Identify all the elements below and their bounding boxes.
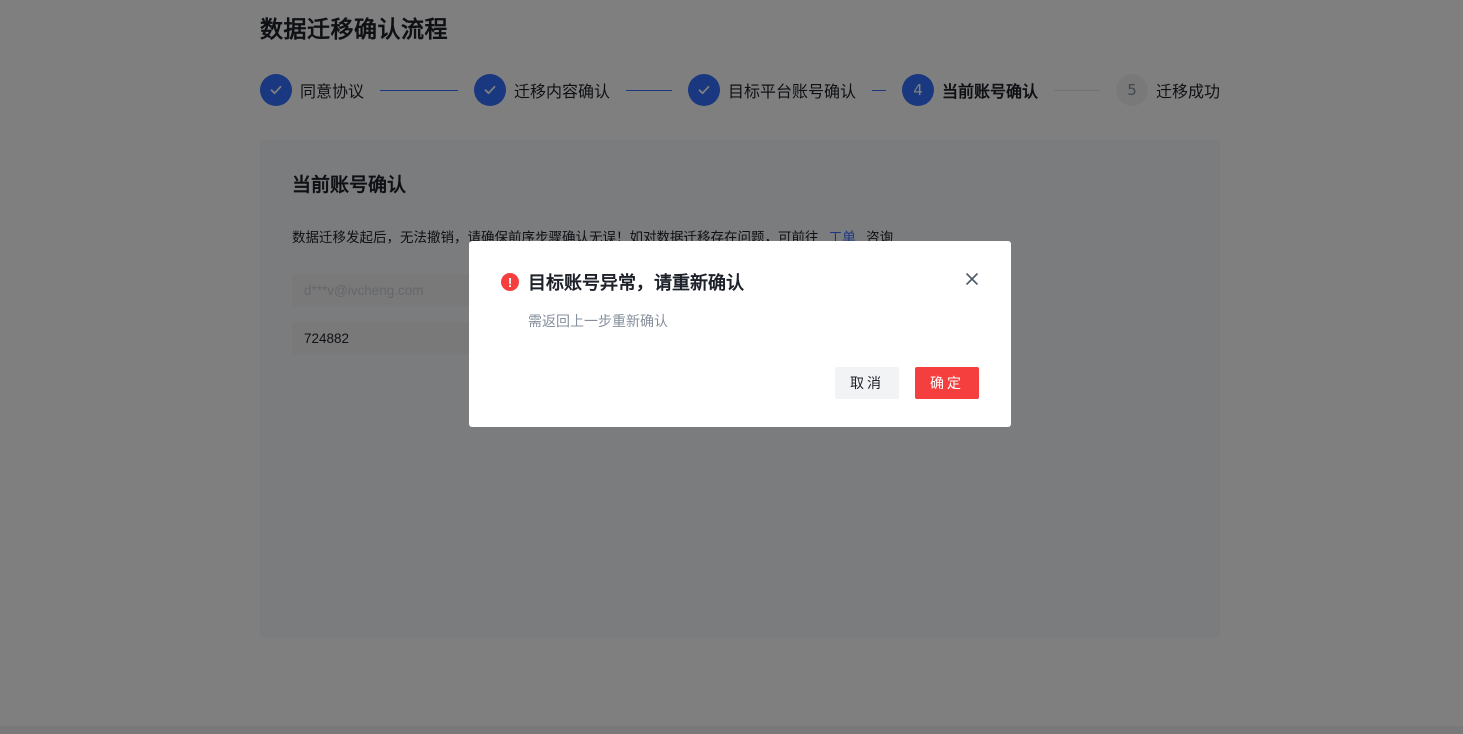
error-dialog: ! 目标账号异常，请重新确认 需返回上一步重新确认 取消 确定 [469,241,1011,427]
error-icon: ! [501,273,519,291]
confirm-button[interactable]: 确定 [915,367,979,399]
cancel-button[interactable]: 取消 [835,367,899,399]
dialog-title: 目标账号异常，请重新确认 [528,273,744,294]
dialog-message: 需返回上一步重新确认 [528,314,668,330]
close-icon[interactable] [964,271,980,287]
